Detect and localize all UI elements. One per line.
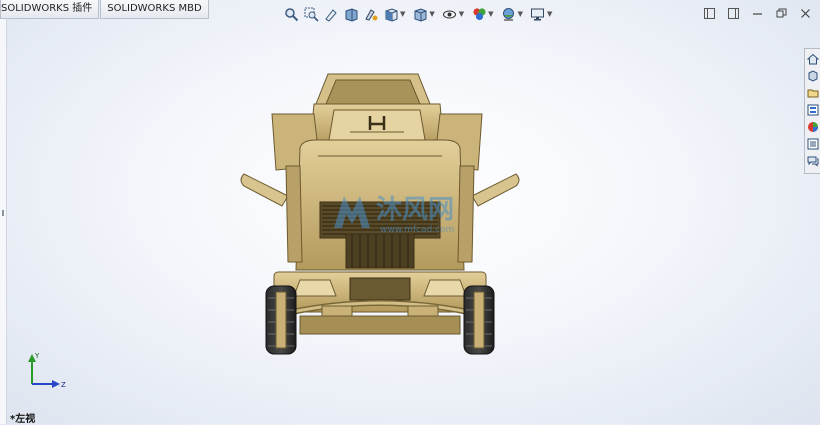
previous-view-icon[interactable] [323,6,339,22]
zoom-to-area-icon[interactable] [303,6,319,22]
view-settings-icon[interactable] [530,6,546,22]
hide-show-items-icon[interactable] [442,6,458,22]
appearances-icon[interactable] [806,119,819,134]
feature-manager-edge[interactable] [0,0,7,424]
minimize-icon[interactable] [750,6,764,20]
home-icon[interactable] [806,51,819,66]
edit-appearance-icon[interactable] [471,6,487,22]
triad-z-label: Z [61,381,66,389]
custom-properties-icon[interactable] [806,136,819,151]
restore-icon[interactable] [774,6,788,20]
collapse-handle[interactable] [2,210,4,216]
forum-icon[interactable] [806,153,819,168]
display-style-icon[interactable] [412,6,428,22]
view-orientation-dropdown-icon[interactable]: ▼ [400,10,405,18]
dynamic-annotation-icon[interactable] [363,6,379,22]
command-manager-tabs: SOLIDWORKS 插件 SOLIDWORKS MBD [0,0,210,20]
design-library-icon[interactable] [806,68,819,83]
zoom-to-fit-icon[interactable] [283,6,299,22]
view-settings-dropdown-icon[interactable]: ▼ [547,10,552,18]
tab-solidworks-mbd[interactable]: SOLIDWORKS MBD [100,0,209,19]
viewport-window-controls [702,6,812,20]
view-palette-icon[interactable] [806,102,819,117]
file-explorer-icon[interactable] [806,85,819,100]
apply-scene-dropdown-icon[interactable]: ▼ [518,10,523,18]
task-pane-tabs [804,48,820,174]
split-horizontal-icon[interactable] [702,6,716,20]
hide-show-dropdown-icon[interactable]: ▼ [459,10,464,18]
heads-up-view-toolbar: ▼ ▼ ▼ ▼ ▼ ▼ [283,5,555,23]
edit-appearance-dropdown-icon[interactable]: ▼ [488,10,493,18]
apply-scene-icon[interactable] [501,6,517,22]
watermark-url: www.mfcad.com [380,225,454,235]
watermark-logo: 沐风网 www.mfcad.com [334,195,454,235]
triad-y-label: Y [34,352,40,360]
reference-triad: Y Z [28,352,66,389]
display-style-dropdown-icon[interactable]: ▼ [429,10,434,18]
split-vertical-icon[interactable] [726,6,740,20]
view-orientation-label: *左视 [10,414,36,425]
close-icon[interactable] [798,6,812,20]
view-orientation-icon[interactable] [383,6,399,22]
watermark-logo-text: 沐风网 [376,195,454,225]
tab-solidworks-addins[interactable]: SOLIDWORKS 插件 [0,0,100,19]
section-view-icon[interactable] [343,6,359,22]
